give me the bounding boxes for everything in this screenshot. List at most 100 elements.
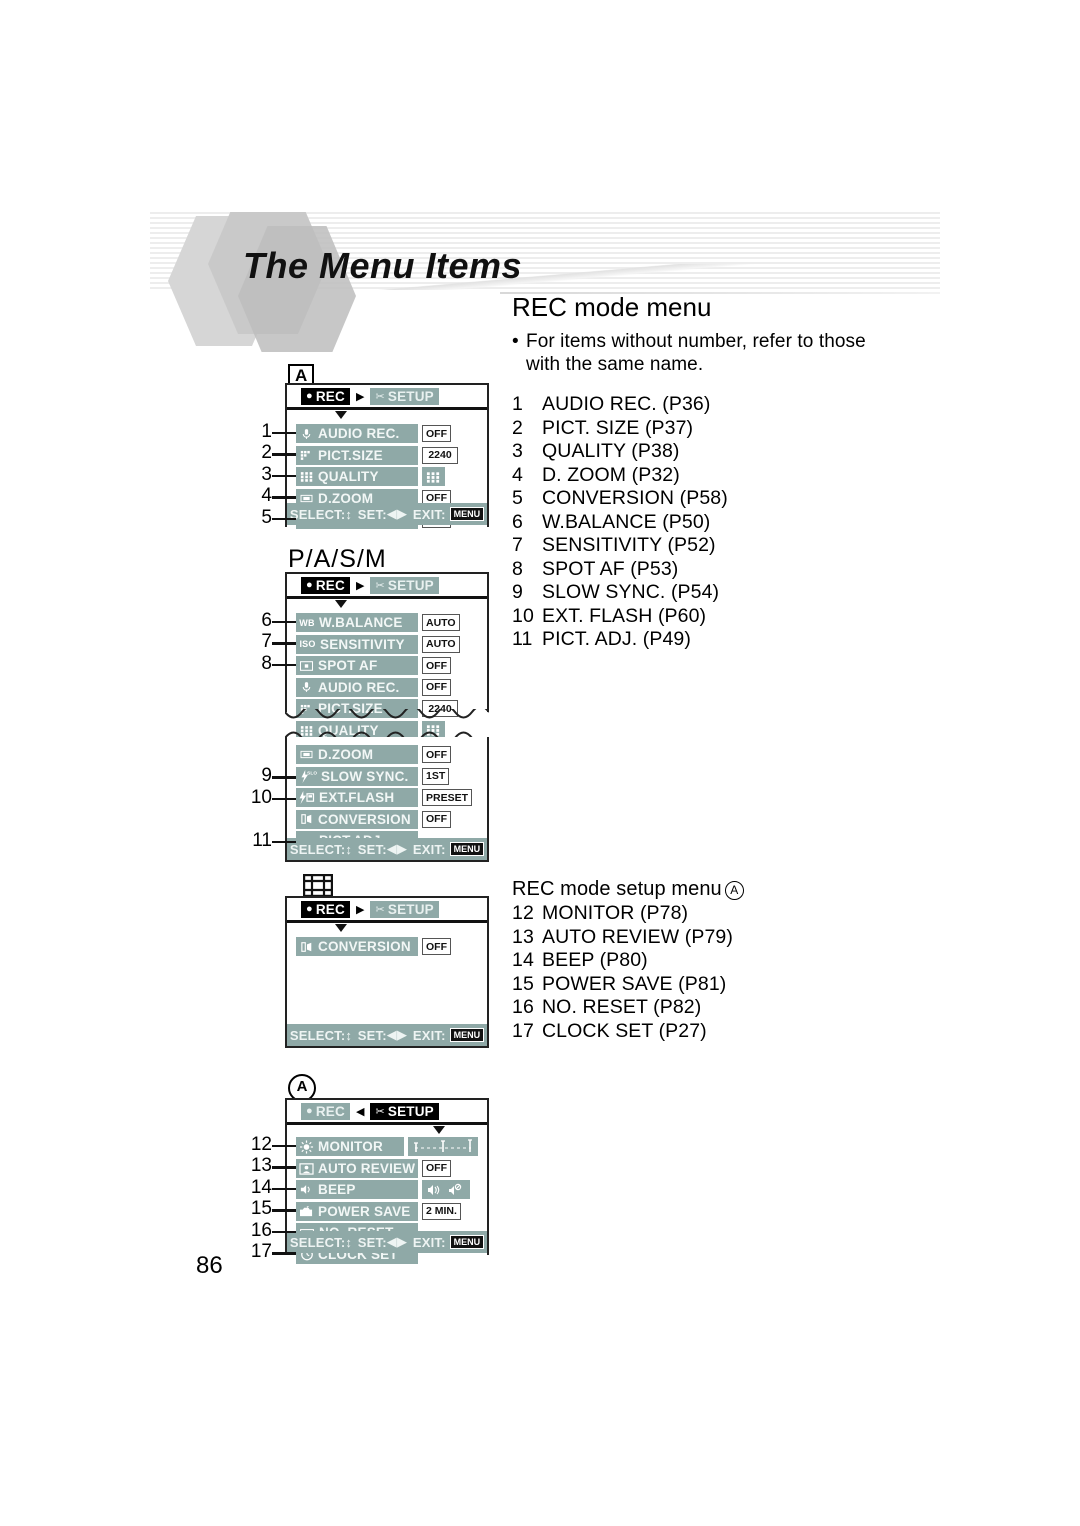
- menu-row-value[interactable]: OFF: [422, 1159, 451, 1177]
- tab-rec[interactable]: ● REC: [301, 1102, 350, 1120]
- menu-row[interactable]: EXT.FLASH PRESET: [296, 788, 478, 807]
- item-number: 14: [512, 949, 534, 971]
- status-exit-label: EXIT:: [412, 841, 446, 857]
- item-number: 2: [512, 416, 523, 439]
- callout-number: 11: [252, 829, 272, 851]
- menu-row[interactable]: AUTO REVIEW OFF: [296, 1158, 478, 1178]
- tab-setup[interactable]: ✂ SETUP: [370, 576, 439, 594]
- tools-icon: ✂: [375, 1105, 385, 1118]
- tab-rec-label: REC: [315, 901, 345, 917]
- note-text: For items without number, refer to those…: [526, 331, 866, 375]
- menu-row-value[interactable]: AUTO: [422, 635, 460, 653]
- menu-row[interactable]: AUDIO REC. OFF: [296, 677, 478, 697]
- leftright-arrow-icon: ◀▶: [386, 1234, 408, 1249]
- menu-row-value[interactable]: 2 MIN.: [422, 1202, 461, 1220]
- lcd-menu-movie: ● REC ▶ ✂ SETUP CONVERSION OFF SELECT: ↕ …: [285, 896, 489, 1048]
- menu-rows: D.ZOOM OFF SLOW SLOW SYNC. 1ST EXT.FLASH PRESE…: [287, 737, 487, 850]
- callout-number: 10: [250, 786, 272, 808]
- tab-rec[interactable]: ● REC: [301, 900, 350, 918]
- callout-leader-line: [272, 496, 296, 499]
- leftright-arrow-icon: ◀▶: [386, 841, 408, 856]
- menu-row[interactable]: AUDIO REC. OFF: [296, 424, 478, 443]
- item-number: 9: [512, 581, 523, 603]
- tab-setup[interactable]: ✂ SETUP: [370, 900, 439, 918]
- beep-level-icons[interactable]: [422, 1180, 470, 1199]
- menu-row[interactable]: D.ZOOM OFF: [296, 745, 478, 764]
- menu-button-key: MENU: [449, 1028, 485, 1042]
- tab-setup[interactable]: ✂ SETUP: [370, 387, 439, 405]
- menu-row-label-box: QUALITY: [296, 467, 418, 486]
- menu-row[interactable]: CONVERSION OFF: [296, 809, 478, 829]
- status-exit: EXIT: MENU: [413, 1028, 485, 1043]
- rec-mode-menu-heading: REC mode menu: [512, 292, 712, 322]
- item-number: 16: [512, 996, 534, 1018]
- item-number: 4: [512, 463, 523, 486]
- callout-number: 5: [261, 506, 272, 528]
- rec-mode-item-list: 1 AUDIO REC. (P36) 2 PICT. SIZE (P37) 3 QUALI…: [512, 393, 728, 652]
- menu-row-label: EXT.FLASH: [319, 790, 395, 805]
- menu-row[interactable]: ISO SENSITIVITY AUTO: [296, 634, 478, 654]
- menu-row-value[interactable]: OFF: [422, 425, 451, 442]
- menu-row-value[interactable]: 2240: [422, 446, 458, 464]
- menu-row-value[interactable]: PRESET: [422, 789, 473, 806]
- menu-row[interactable]: z POWER SAVE 2 MIN.: [296, 1201, 478, 1221]
- monitor-brightness-scale[interactable]: [408, 1137, 478, 1156]
- tab-setup[interactable]: ✂ SETUP: [370, 1102, 439, 1120]
- callout-leader-line: [272, 663, 296, 666]
- callout-number: 16: [250, 1219, 272, 1241]
- menu-row-label-box: WB W.BALANCE: [296, 613, 418, 632]
- lcd-menu-pasm-top: ● REC ▶ ✂ SETUP WB W.BALANCE AUTO ISO SENSIT…: [285, 572, 489, 740]
- menu-row-value[interactable]: OFF: [422, 938, 451, 955]
- menu-row-label-box: BEEP: [296, 1180, 418, 1199]
- menu-row[interactable]: QUALITY: [296, 467, 478, 486]
- menu-row[interactable]: SPOT AF OFF: [296, 656, 478, 675]
- menu-row-value[interactable]: OFF: [422, 657, 451, 674]
- status-set: SET: ◀▶: [358, 1234, 407, 1250]
- menu-row[interactable]: BEEP: [296, 1180, 478, 1199]
- menu-row[interactable]: WB W.BALANCE AUTO: [296, 613, 478, 632]
- tab-rec-label: REC: [315, 1103, 345, 1119]
- wb-icon: WB: [299, 617, 315, 628]
- camera-icon: ●: [306, 1105, 313, 1117]
- callout-number: 7: [261, 631, 272, 652]
- ext-flash-icon: [299, 791, 315, 805]
- list-item: 14 BEEP (P80): [512, 949, 733, 973]
- list-item: 13 AUTO REVIEW (P79): [512, 926, 733, 950]
- callout-number: 3: [261, 463, 272, 485]
- menu-row-value[interactable]: OFF: [422, 678, 451, 696]
- tab-rec[interactable]: ● REC: [301, 387, 350, 405]
- item-label: W.BALANCE (P50): [542, 510, 711, 533]
- item-number: 11: [512, 628, 533, 650]
- menu-row[interactable]: CONVERSION OFF: [296, 937, 478, 956]
- callout-number: 17: [250, 1241, 272, 1262]
- status-set: SET: ◀▶: [358, 841, 407, 857]
- menu-row-label: SENSITIVITY: [320, 636, 405, 652]
- camera-icon: ●: [306, 579, 313, 591]
- svg-text:SLOW: SLOW: [307, 770, 317, 775]
- menu-row[interactable]: SLOW SLOW SYNC. 1ST: [296, 766, 478, 786]
- item-number: 3: [512, 440, 523, 462]
- status-select-label: SELECT:: [289, 506, 346, 522]
- menu-row-value[interactable]: OFF: [422, 810, 451, 828]
- menu-row[interactable]: PICT.SIZE 2240: [296, 445, 478, 465]
- menu-row-value[interactable]: AUTO: [422, 614, 460, 631]
- menu-row[interactable]: MONITOR: [296, 1137, 478, 1156]
- status-exit: EXIT: MENU: [413, 507, 485, 522]
- item-label: BEEP (P80): [542, 949, 648, 971]
- menu-row-list: CONVERSION OFF: [296, 937, 478, 956]
- list-item: 3 QUALITY (P38): [512, 440, 728, 464]
- list-item: 9 SLOW SYNC. (P54): [512, 581, 728, 605]
- menu-row-label: W.BALANCE: [319, 615, 403, 630]
- updown-arrow-icon: ↕: [345, 506, 353, 522]
- item-number: 15: [512, 972, 534, 995]
- menu-row-value[interactable]: OFF: [422, 746, 451, 763]
- power-save-icon: z: [299, 1204, 314, 1218]
- callout-leader-line: [272, 1230, 296, 1233]
- tab-rec[interactable]: ● REC: [301, 576, 350, 594]
- menu-row-value[interactable]: 1ST: [422, 767, 450, 785]
- status-select: SELECT: ↕: [290, 842, 352, 857]
- item-label: AUTO REVIEW (P79): [542, 925, 733, 948]
- callout-number: 13: [250, 1155, 272, 1176]
- camera-icon: ●: [306, 903, 313, 915]
- menu-row-label-box: SPOT AF: [296, 656, 418, 675]
